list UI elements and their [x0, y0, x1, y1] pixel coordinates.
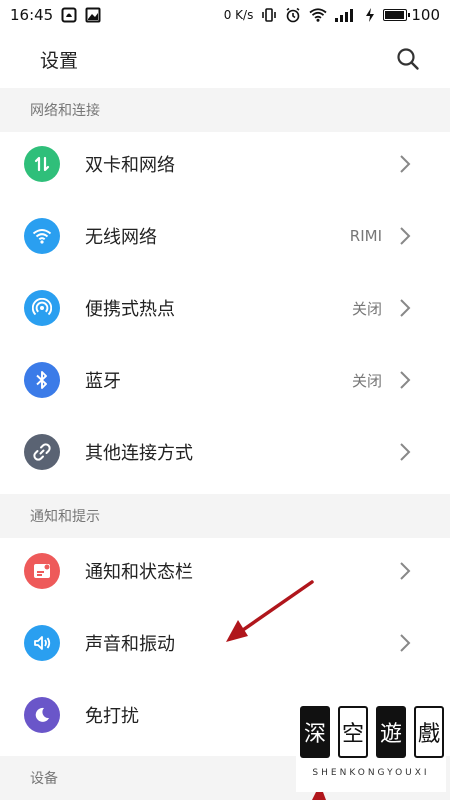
row-label: 声音和振动	[85, 634, 175, 655]
chevron-right-icon	[400, 155, 411, 173]
signal-icon	[335, 8, 357, 22]
section-header-network: 网络和连接	[0, 88, 450, 132]
row-value: 关闭	[351, 371, 382, 390]
section-title: 设备	[30, 771, 58, 787]
battery-indicator: 100	[383, 6, 440, 24]
title-bar: 设置	[0, 30, 450, 88]
sound-icon	[24, 625, 60, 661]
row-value: 关闭	[351, 299, 382, 318]
watermark-text: SHENKONGYOUXI	[312, 768, 430, 778]
charging-icon	[365, 8, 375, 22]
notification-bar-icon	[24, 553, 60, 589]
status-right: 0 K/s 100	[224, 6, 440, 24]
chevron-right-icon	[400, 299, 411, 317]
watermark: 深 空 遊 戲 SHENKONGYOUXI	[296, 706, 446, 792]
battery-level: 100	[411, 6, 440, 24]
image-icon	[85, 7, 101, 23]
search-icon[interactable]	[394, 45, 422, 73]
chevron-right-icon	[400, 634, 411, 652]
alarm-icon	[285, 7, 301, 23]
wifi-icon	[24, 218, 60, 254]
settings-row-dual-sim[interactable]: 双卡和网络	[0, 128, 450, 200]
battery-icon	[383, 9, 411, 21]
watermark-char: 遊	[376, 706, 406, 758]
settings-row-bluetooth[interactable]: 蓝牙 关闭	[0, 344, 450, 416]
chevron-right-icon	[400, 227, 411, 245]
battery-fill	[385, 11, 405, 19]
watermark-char: 戲	[414, 706, 444, 758]
watermark-char: 深	[300, 706, 330, 758]
row-value: RIMI	[349, 227, 382, 245]
section-header-notifications: 通知和提示	[0, 494, 450, 538]
bluetooth-icon	[24, 362, 60, 398]
status-bar: 16:45 0 K/s 100	[0, 0, 450, 30]
settings-row-notification-bar[interactable]: 通知和状态栏	[0, 535, 450, 607]
status-time: 16:45	[10, 6, 54, 24]
chevron-right-icon	[400, 443, 411, 461]
status-left: 16:45	[10, 6, 101, 24]
dual-sim-icon	[24, 146, 60, 182]
settings-row-other-connections[interactable]: 其他连接方式	[0, 416, 450, 488]
section-title: 网络和连接	[30, 103, 100, 119]
row-label: 其他连接方式	[85, 443, 193, 464]
chevron-right-icon	[400, 371, 411, 389]
wifi-icon	[309, 8, 327, 22]
notification-icon	[61, 7, 77, 23]
hotspot-icon	[24, 290, 60, 326]
moon-icon	[24, 697, 60, 733]
row-label: 便携式热点	[85, 299, 175, 320]
watermark-char: 空	[338, 706, 368, 758]
section-title: 通知和提示	[30, 509, 100, 525]
row-label: 免打扰	[85, 706, 139, 727]
link-icon	[24, 434, 60, 470]
watermark-chars: 深 空 遊 戲	[300, 706, 444, 758]
chevron-right-icon	[400, 562, 411, 580]
settings-row-wlan[interactable]: 无线网络 RIMI	[0, 200, 450, 272]
row-label: 无线网络	[85, 227, 157, 248]
row-label: 通知和状态栏	[85, 562, 193, 583]
vibrate-icon	[261, 7, 277, 23]
net-speed: 0 K/s	[223, 8, 254, 22]
page-title: 设置	[40, 49, 79, 72]
settings-row-hotspot[interactable]: 便携式热点 关闭	[0, 272, 450, 344]
settings-row-sound-vibration[interactable]: 声音和振动	[0, 607, 450, 679]
row-label: 双卡和网络	[85, 155, 175, 176]
row-label: 蓝牙	[85, 371, 121, 392]
